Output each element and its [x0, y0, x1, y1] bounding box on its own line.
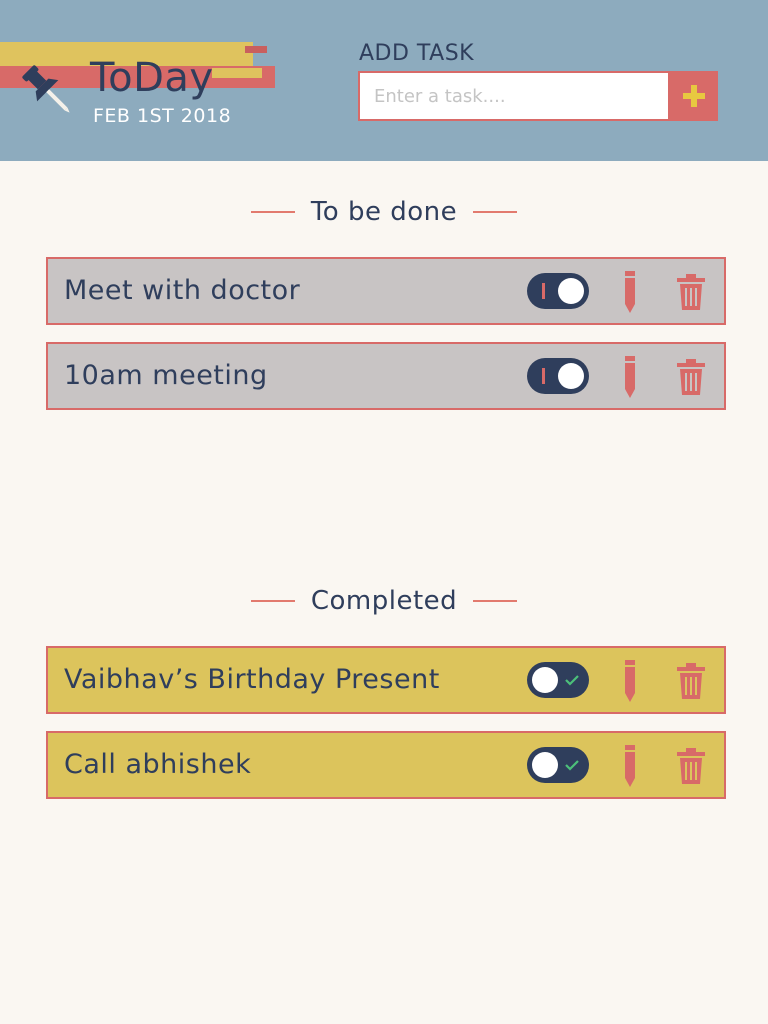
toggle-knob [558, 363, 584, 389]
task-row: Meet with doctor [46, 257, 726, 325]
check-icon [565, 760, 579, 771]
logo-stripe-accent-yellow [212, 68, 262, 78]
section-title-todo: To be done [310, 197, 458, 227]
plus-icon [683, 85, 705, 107]
header-bar: ToDay FEB 1ST 2018 ADD TASK [0, 0, 768, 161]
section-heading-completed: Completed [0, 582, 768, 620]
task-row: Call abhishek [46, 731, 726, 799]
heading-rule-left [250, 600, 295, 602]
check-icon [565, 675, 579, 686]
logo-stripe-accent [245, 46, 267, 53]
add-task-button[interactable] [670, 71, 718, 121]
task-row: 10am meeting [46, 342, 726, 410]
section-heading-todo: To be done [0, 193, 768, 231]
task-text: Meet with doctor [64, 275, 301, 306]
trash-icon[interactable] [677, 359, 705, 395]
pencil-icon[interactable] [623, 660, 637, 702]
complete-toggle[interactable] [527, 747, 589, 783]
complete-toggle[interactable] [527, 358, 589, 394]
section-title-completed: Completed [310, 586, 458, 616]
toggle-knob [558, 278, 584, 304]
complete-toggle[interactable] [527, 273, 589, 309]
trash-icon[interactable] [677, 274, 705, 310]
heading-rule-right [473, 211, 518, 213]
app-page: ToDay FEB 1ST 2018 ADD TASK To be done M… [0, 0, 768, 1024]
task-row: Vaibhav’s Birthday Present [46, 646, 726, 714]
task-text: 10am meeting [64, 360, 268, 391]
task-text: Call abhishek [64, 749, 252, 780]
complete-toggle[interactable] [527, 662, 589, 698]
app-title: ToDay [90, 55, 214, 101]
trash-icon[interactable] [677, 663, 705, 699]
toggle-knob [532, 752, 558, 778]
toggle-knob [532, 667, 558, 693]
heading-rule-right [473, 600, 518, 602]
pencil-icon[interactable] [623, 745, 637, 787]
toggle-off-mark-icon [542, 368, 545, 384]
pencil-icon[interactable] [623, 356, 637, 398]
add-task-label: ADD TASK [359, 41, 475, 66]
app-date: FEB 1ST 2018 [93, 105, 232, 127]
task-text: Vaibhav’s Birthday Present [64, 664, 440, 695]
trash-icon[interactable] [677, 748, 705, 784]
heading-rule-left [250, 211, 295, 213]
pencil-icon[interactable] [623, 271, 637, 313]
pushpin-icon [22, 65, 70, 113]
task-input[interactable] [358, 71, 670, 121]
toggle-off-mark-icon [542, 283, 545, 299]
